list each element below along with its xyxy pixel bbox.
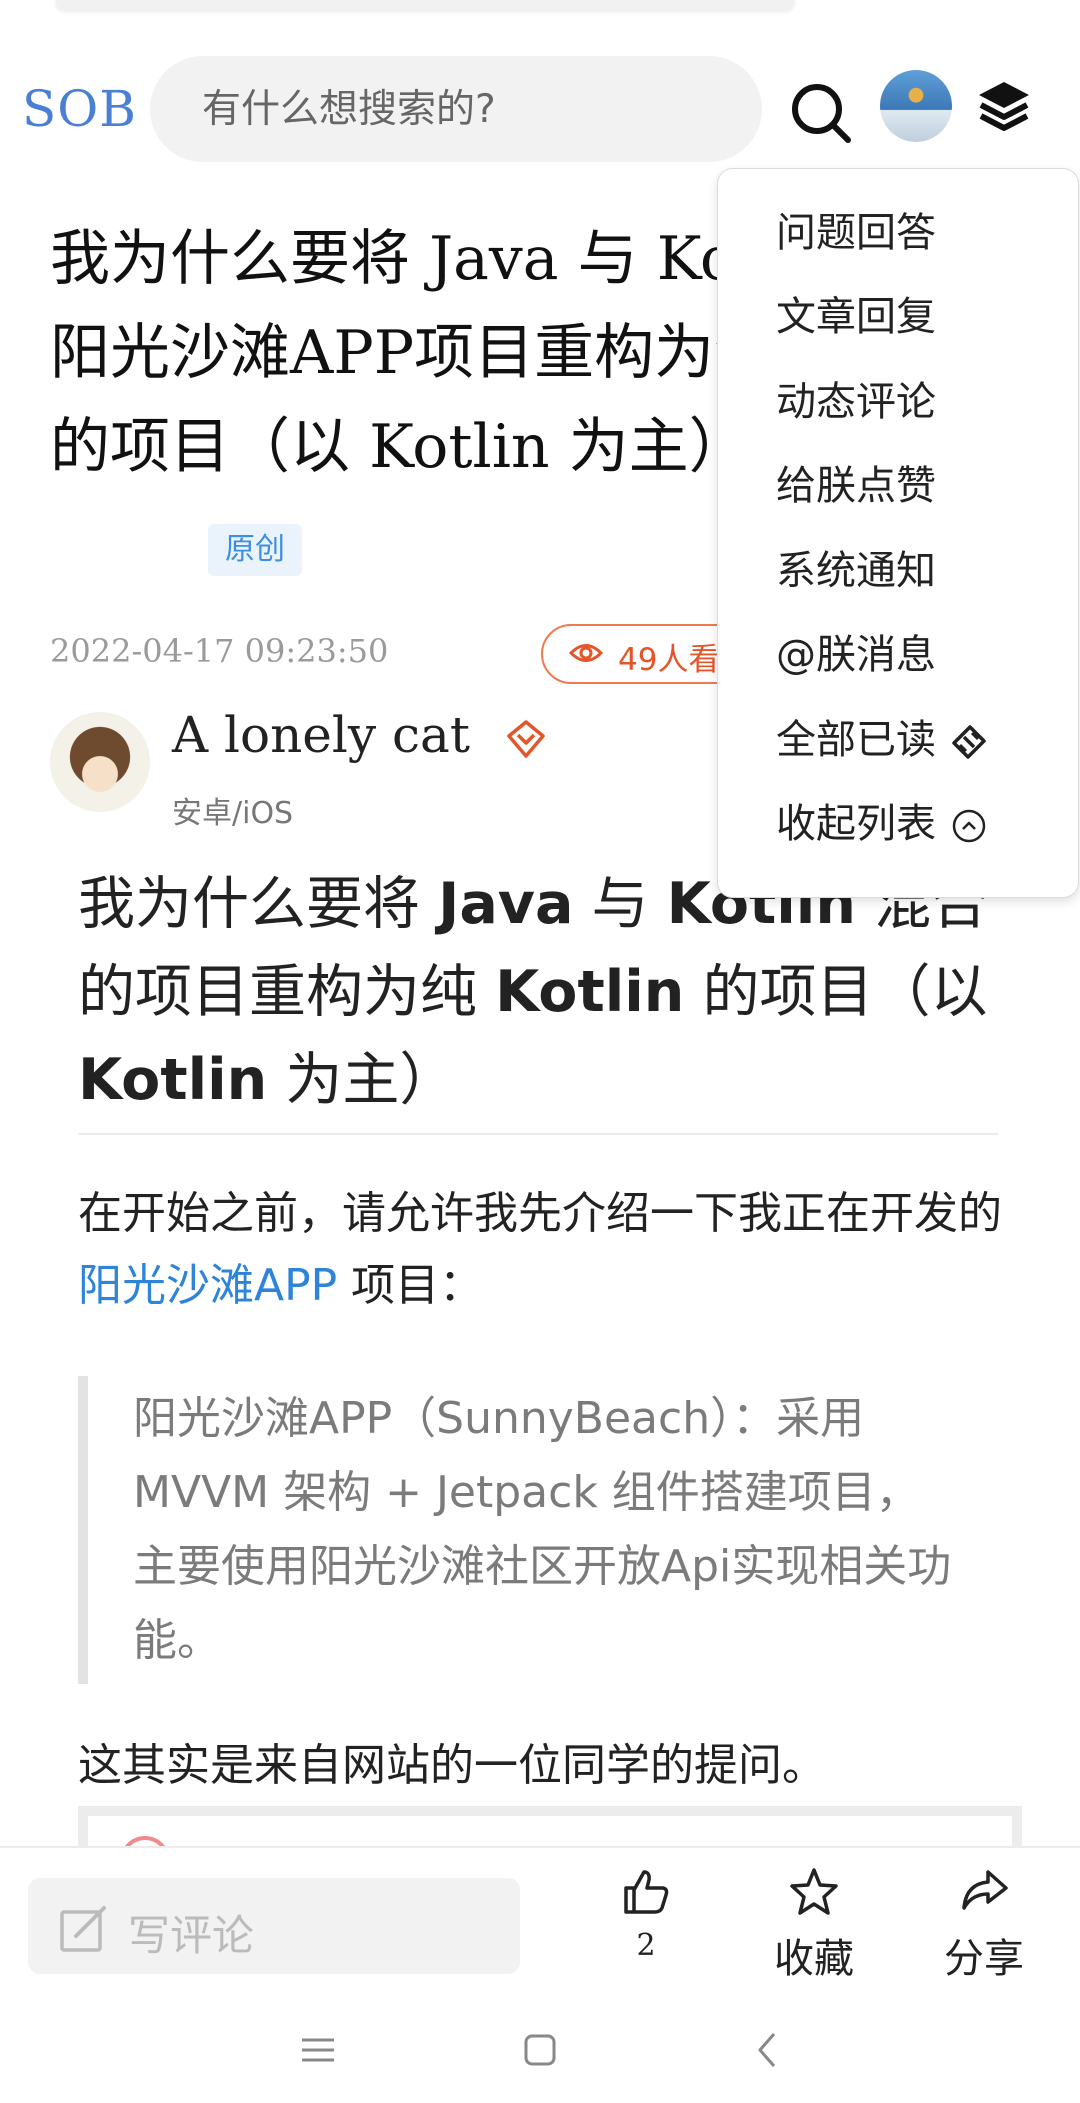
layers-menu-icon[interactable] (975, 78, 1033, 136)
search-icon[interactable] (788, 80, 854, 146)
menu-item-moment-comments[interactable]: 动态评论 (776, 372, 936, 432)
menu-item-collapse-list[interactable]: 收起列表 (776, 794, 988, 854)
author-avatar[interactable] (50, 712, 150, 812)
share-arrow-icon (962, 1870, 1008, 1910)
article-body: 我为什么要将 Java 与 Kotlin 混合的项目重构为纯 Kotlin 的项… (78, 860, 1018, 1124)
original-badge: 原创 (208, 524, 302, 576)
system-navigation-bar (0, 1994, 1080, 2103)
menu-item-article-replies[interactable]: 文章回复 (776, 287, 936, 347)
star-icon (790, 1868, 838, 1915)
write-comment-button[interactable]: 写评论 (28, 1878, 520, 1974)
like-count: 2 (636, 1928, 656, 1963)
thumbs-up-icon (624, 1870, 669, 1914)
divider (78, 1133, 998, 1135)
favorite-label: 收藏 (774, 1936, 854, 1982)
collapse-up-icon (952, 809, 986, 843)
menu-item-mentions[interactable]: @朕消息 (776, 625, 936, 685)
favorite-button[interactable]: 收藏 (764, 1866, 864, 1984)
share-label: 分享 (944, 1936, 1024, 1982)
article-heading: 我为什么要将 Java 与 Kotlin 混合的项目重构为纯 Kotlin 的项… (78, 871, 989, 1113)
author-tag: 安卓/iOS (172, 796, 294, 831)
question-paragraph: 这其实是来自网站的一位同学的提问。 (78, 1740, 826, 1791)
recent-apps-icon[interactable] (296, 2028, 340, 2072)
user-avatar[interactable] (880, 70, 952, 142)
bottom-action-bar: 写评论 2 收藏 分享 (0, 1846, 1080, 1996)
header: SOB (0, 40, 1080, 180)
home-icon[interactable] (518, 2028, 562, 2072)
author-name[interactable]: A lonely cat (172, 706, 470, 764)
site-logo[interactable]: SOB (22, 80, 137, 138)
blockquote: 阳光沙滩APP（SunnyBeach）：采用 MVVM 架构 + Jetpack… (78, 1376, 968, 1684)
edit-icon (60, 1906, 106, 1952)
eye-icon (569, 644, 603, 662)
menu-item-likes[interactable]: 给朕点赞 (776, 456, 936, 516)
previous-card-edge (55, 0, 795, 10)
back-icon[interactable] (746, 2028, 790, 2072)
menu-item-question-answers[interactable]: 问题回答 (776, 203, 936, 263)
vip-badge-icon (507, 720, 545, 758)
search-box[interactable] (150, 56, 762, 162)
quote-text: 阳光沙滩APP（SunnyBeach）：采用 MVVM 架构 + Jetpack… (133, 1393, 952, 1666)
project-link[interactable]: 阳光沙滩APP (78, 1260, 337, 1311)
share-button[interactable]: 分享 (934, 1866, 1034, 1984)
post-date: 2022-04-17 09:23:50 (50, 632, 389, 670)
menu-item-system-notices[interactable]: 系统通知 (776, 541, 936, 601)
search-input[interactable] (200, 80, 724, 138)
broom-icon (952, 725, 986, 759)
message-dropdown: 问题回答 文章回复 动态评论 给朕点赞 系统通知 @朕消息 全部已读 收起列表 (717, 168, 1079, 898)
comment-placeholder: 写评论 (128, 1911, 255, 1960)
menu-item-mark-all-read[interactable]: 全部已读 (776, 710, 988, 770)
like-button[interactable]: 2 (616, 1866, 676, 1963)
intro-paragraph: 在开始之前，请允许我先介绍一下我正在开发的 阳光沙滩APP 项目： (78, 1188, 1002, 1311)
